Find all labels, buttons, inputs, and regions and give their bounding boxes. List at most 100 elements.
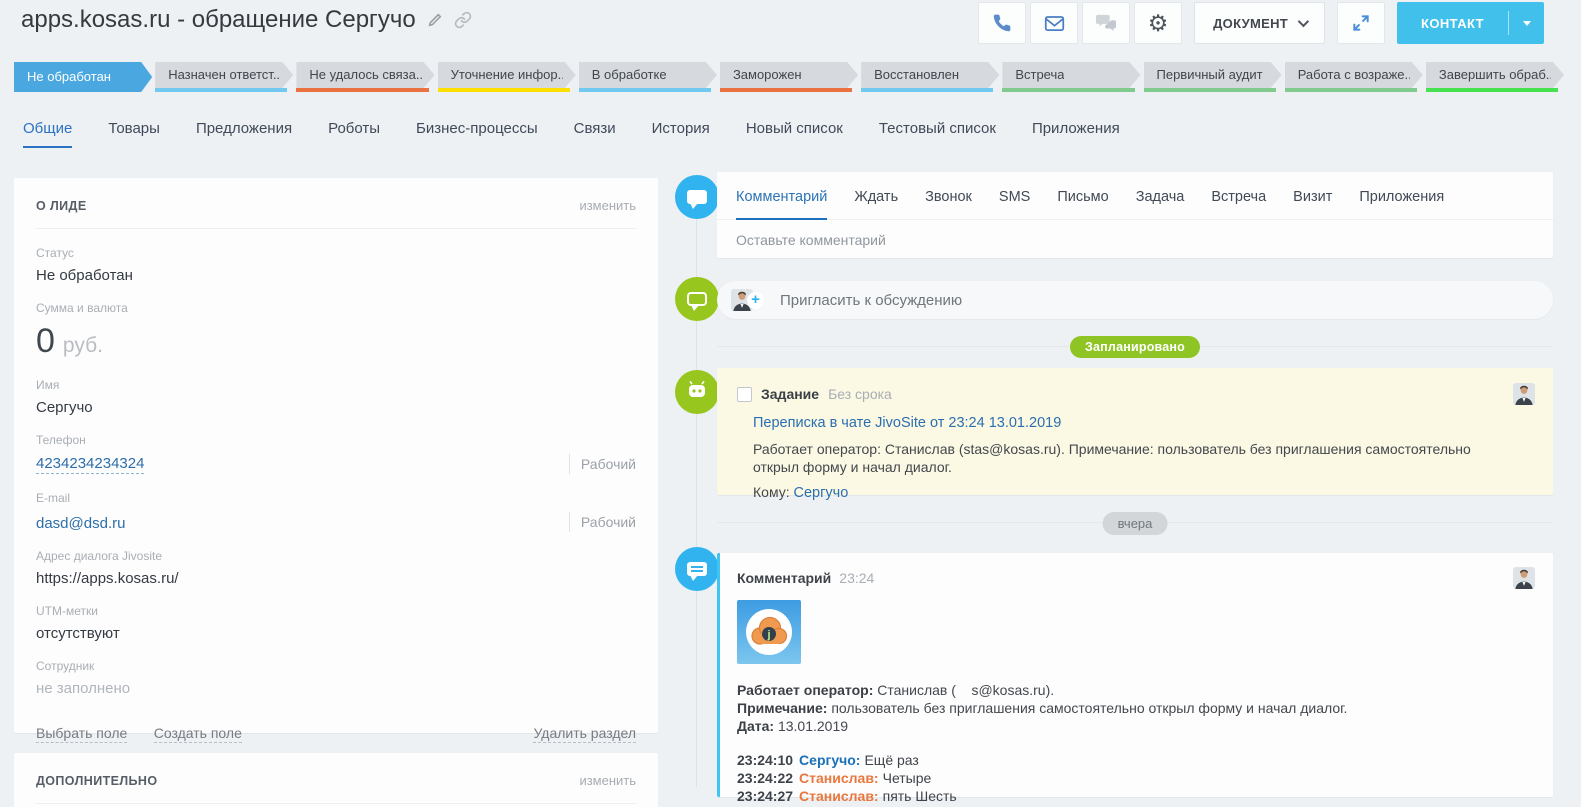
pipeline-stage[interactable]: Первичный аудит [1144, 62, 1282, 92]
timeline-tab[interactable]: Письмо [1057, 189, 1108, 219]
pipeline-stage[interactable]: Назначен ответст... [155, 62, 293, 92]
phone-link[interactable]: 4234234234324 [36, 455, 144, 474]
main-tab[interactable]: Бизнес-процессы [416, 120, 538, 148]
edit-section-link[interactable]: изменить [579, 198, 636, 213]
robot-icon [685, 381, 709, 403]
comment-card: Комментарий 23:24 j Работает оператор: С… [717, 553, 1553, 797]
pipeline-stage[interactable]: Работа с возраже... [1285, 62, 1423, 92]
comment-input[interactable]: Оставьте комментарий [717, 220, 1553, 260]
field-email: E-mail dasd@dsd.ru Рабочий [36, 491, 636, 532]
timeline-tab[interactable]: Комментарий [736, 189, 827, 220]
pipeline-stage[interactable]: Завершить обраб... [1426, 62, 1564, 92]
divider [36, 228, 636, 229]
field-label: E-mail [36, 491, 636, 505]
document-button[interactable]: ДОКУМЕНТ [1194, 2, 1325, 44]
main-tab[interactable]: История [652, 120, 710, 148]
pipeline-stage[interactable]: Уточнение инфор... [438, 62, 576, 92]
comment-marker-icon [675, 175, 719, 219]
comment-date-line: Дата: 13.01.2019 [737, 717, 1535, 735]
gear-icon: ⚙ [1148, 12, 1169, 35]
lead-info-card: О ЛИДЕ изменить Статус Не обработан Сумм… [14, 178, 658, 733]
timeline-tab[interactable]: Звонок [925, 189, 972, 219]
expand-button[interactable] [1337, 2, 1385, 44]
chat-text: Ещё раз [864, 752, 918, 768]
task-to-link[interactable]: Сергучо [794, 485, 849, 501]
avatar [1513, 383, 1535, 405]
timeline-composer-card: Комментарий Ждать Звонок SMS Письмо Задача Вст… [717, 172, 1553, 258]
field-label: Статус [36, 246, 636, 260]
pipeline-stage-underline [1426, 88, 1558, 92]
task-description: Работает оператор: Станислав (stas@kosas… [753, 440, 1483, 476]
pipeline-stage[interactable]: Встреча [1002, 62, 1140, 92]
pipeline-stage[interactable]: Не удалось связа... [296, 62, 434, 92]
pipeline-stage[interactable]: Заморожен [720, 62, 858, 92]
task-to-label: Кому: [753, 484, 790, 500]
task-link[interactable]: Переписка в чате JivoSite от 23:24 13.01… [753, 415, 1535, 431]
main-tab[interactable]: Товары [108, 120, 160, 148]
discussion-marker-icon [675, 277, 719, 321]
timeline-tab[interactable]: Задача [1136, 189, 1185, 219]
email-link[interactable]: dasd@dsd.ru [36, 515, 125, 532]
timeline-tab[interactable]: SMS [999, 189, 1030, 219]
pipeline-stage-label: Завершить обраб... [1439, 62, 1551, 88]
main-tab[interactable]: Общие [23, 120, 72, 148]
main-tab[interactable]: Новый список [746, 120, 843, 148]
settings-button[interactable]: ⚙ [1134, 2, 1182, 44]
timeline-tab[interactable]: Визит [1293, 189, 1332, 219]
contact-button-label: КОНТАКТ [1397, 16, 1508, 31]
field-jivosite-address: Адрес диалога Jivosite https://apps.kosa… [36, 549, 636, 587]
chat-time: 23:24:27 [737, 788, 793, 804]
task-checkbox[interactable] [737, 387, 752, 402]
pipeline-stage-label: В обработке [592, 62, 667, 88]
main-tab[interactable]: Роботы [328, 120, 380, 148]
page-header: apps.kosas.ru - обращение Сергучо [21, 6, 472, 34]
planned-badge: Запланировано [1070, 336, 1200, 358]
caret-down-icon [1523, 21, 1531, 26]
section-title: О ЛИДЕ [36, 199, 87, 213]
copy-link-icon[interactable] [454, 11, 472, 29]
mail-icon [1044, 15, 1065, 32]
field-employee: Сотрудник не заполнено [36, 659, 636, 697]
delete-section-link[interactable]: Удалить раздел [533, 725, 636, 743]
chat-line: 23:24:27Станислав:пять Шесть [737, 787, 1535, 805]
select-field-link[interactable]: Выбрать поле [36, 725, 127, 743]
pipeline-stage-label: Работа с возраже... [1298, 62, 1410, 88]
speech-bubble-icon [687, 190, 707, 204]
phone-type: Рабочий [569, 454, 636, 474]
divider [36, 803, 636, 804]
pipeline-stage[interactable]: В обработке [579, 62, 717, 92]
edit-section-link[interactable]: изменить [579, 773, 636, 788]
pipeline-stage-underline [579, 88, 711, 92]
create-field-link[interactable]: Создать поле [154, 725, 242, 743]
pipeline-stage-underline [1002, 88, 1134, 92]
phone-icon [992, 13, 1012, 33]
jivosite-attachment-thumbnail[interactable]: j [737, 600, 801, 664]
pipeline-stage[interactable]: Восстановлен [861, 62, 999, 92]
main-tab[interactable]: Приложения [1032, 120, 1120, 148]
pipeline-stage-label: Встреча [1015, 62, 1064, 88]
timeline-tab[interactable]: Встреча [1211, 189, 1266, 219]
task-deadline: Без срока [828, 386, 892, 402]
pipeline-stage-underline [861, 88, 993, 92]
contact-menu-toggle[interactable] [1509, 21, 1544, 26]
sum-value: 0 [36, 322, 55, 360]
task-title: Задание [761, 386, 819, 402]
main-tab[interactable]: Предложения [196, 120, 292, 148]
pipeline-stage-label: Заморожен [733, 62, 802, 88]
contact-button[interactable]: КОНТАКТ [1397, 2, 1544, 44]
chat-button[interactable] [1082, 2, 1130, 44]
call-button[interactable] [978, 2, 1026, 44]
email-type: Рабочий [569, 512, 636, 532]
edit-title-icon[interactable] [426, 11, 444, 29]
pipeline: Не обработанНазначен ответст...Не удалос… [14, 62, 1567, 92]
pipeline-stage[interactable]: Не обработан [14, 62, 152, 92]
comment-operator-line: Работает оператор: Станислав ( s@kosas.r… [737, 681, 1535, 699]
main-tab[interactable]: Связи [574, 120, 616, 148]
main-tabs: Общие Товары Предложения Роботы Бизнес-проце… [23, 120, 1120, 148]
main-tab[interactable]: Тестовый список [879, 120, 996, 148]
invite-to-discussion[interactable]: + Пригласить к обсуждению [717, 281, 1553, 319]
timeline-tab[interactable]: Приложения [1359, 189, 1444, 219]
field-name: Имя Сергучо [36, 378, 636, 416]
timeline-tab[interactable]: Ждать [854, 189, 898, 219]
email-button[interactable] [1030, 2, 1078, 44]
